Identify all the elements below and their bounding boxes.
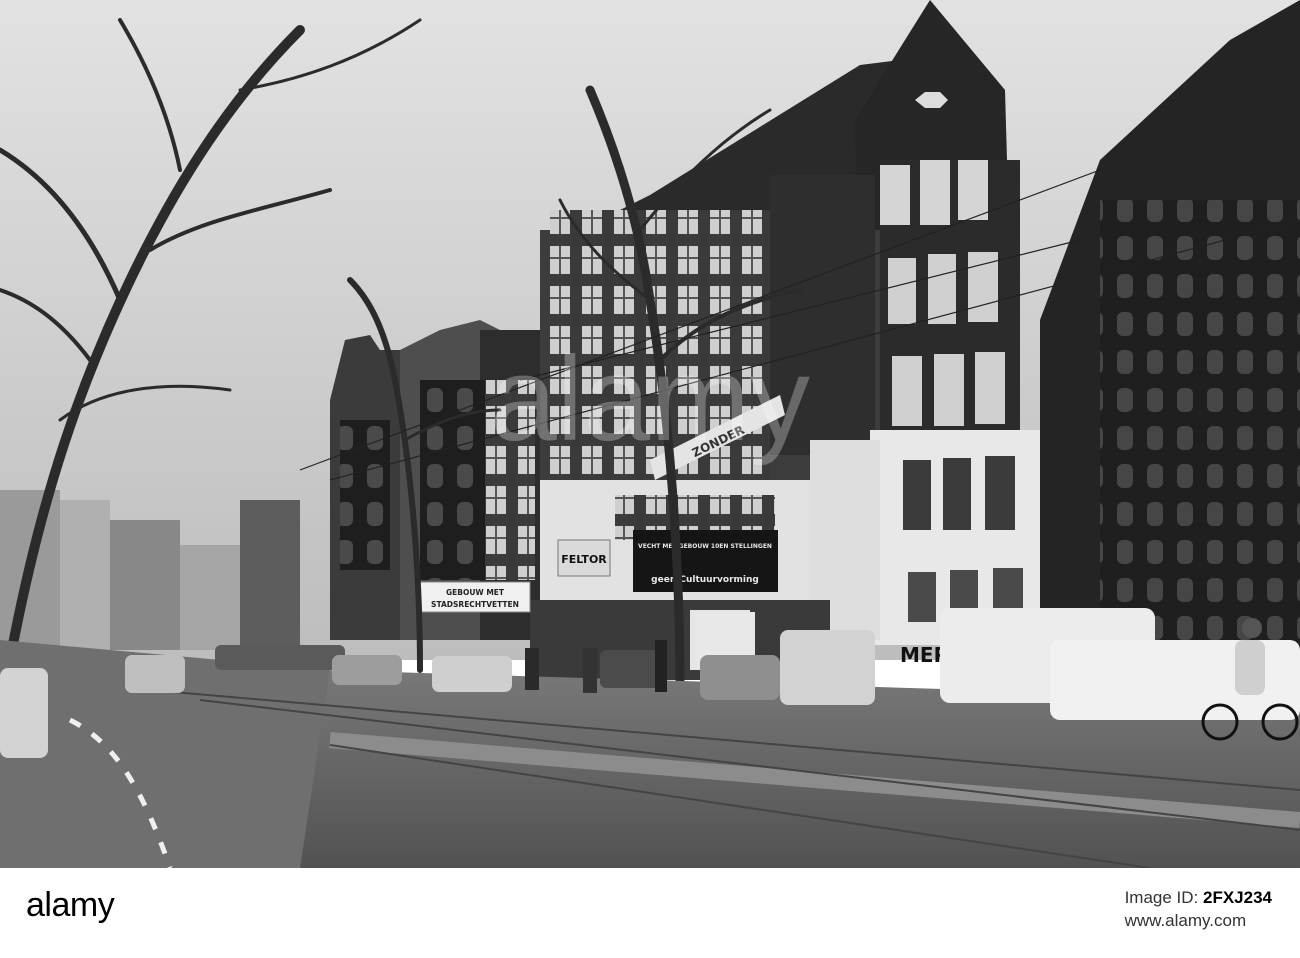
banner-sign: FELTOR [557, 539, 611, 577]
stock-info: Image ID: 2FXJ234 www.alamy.com [1125, 888, 1272, 931]
image-id-label: Image ID: [1124, 888, 1199, 907]
image-id-value: 2FXJ234 [1203, 888, 1272, 907]
street-photo: GEBOUW MET STADSRECHTVETTEN VECHT MET GE… [0, 0, 1300, 868]
banner-main: VECHT MET GEBOUW 10EN STELLINGEN geen Cu… [633, 530, 778, 592]
svg-text:STADSRECHTVETTEN: STADSRECHTVETTEN [431, 600, 519, 609]
watermark: alamy [490, 332, 810, 466]
stock-logo[interactable]: alamy [26, 886, 115, 925]
svg-text:GEBOUW MET: GEBOUW MET [446, 588, 505, 597]
site-url[interactable]: www.alamy.com [1125, 911, 1272, 931]
stock-footer: alamy Image ID: 2FXJ234 www.alamy.com [0, 868, 1300, 958]
svg-text:geen Cultuurvorming: geen Cultuurvorming [651, 575, 759, 585]
banner-left: GEBOUW MET STADSRECHTVETTEN [419, 581, 531, 613]
stock-logo-text: alamy [26, 886, 115, 924]
svg-text:FELTOR: FELTOR [561, 553, 607, 566]
svg-text:VECHT MET GEBOUW 10EN STELLING: VECHT MET GEBOUW 10EN STELLINGEN [638, 543, 772, 550]
image-id-line: Image ID: 2FXJ234 [1125, 888, 1272, 908]
